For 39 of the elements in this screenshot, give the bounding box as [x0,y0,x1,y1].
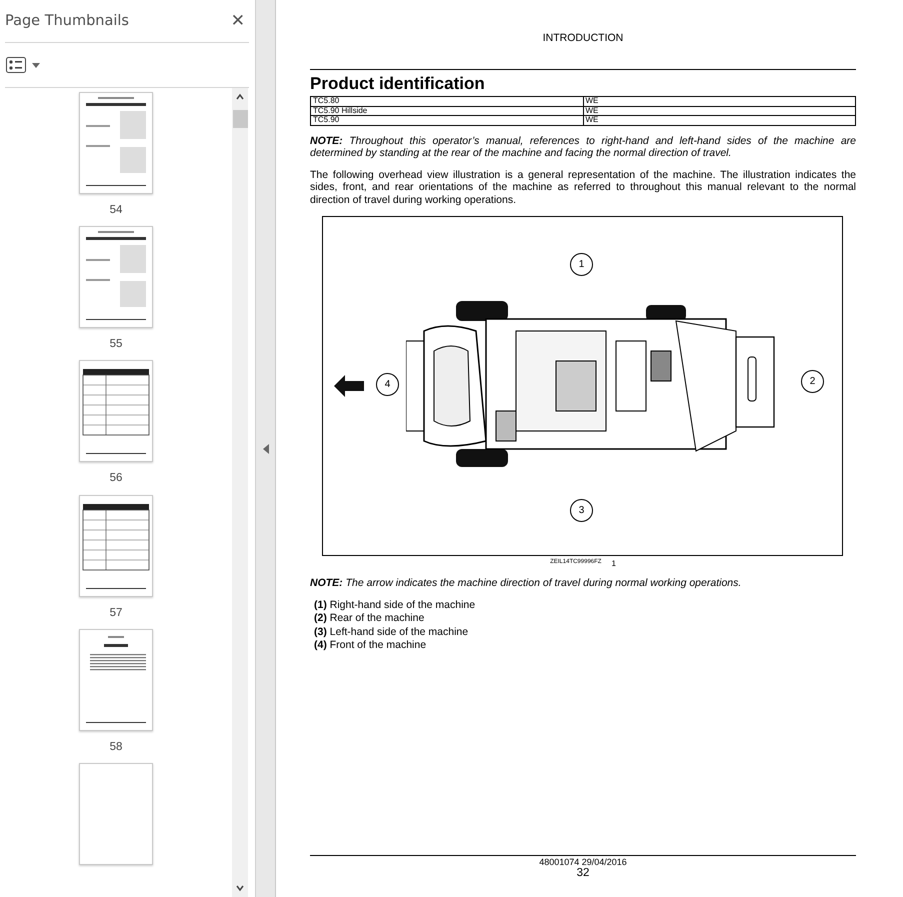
page-number: 57 [110,606,122,619]
page-header: INTRODUCTION [542,32,624,44]
page-number: 54 [110,204,122,216]
thumbnail-options-button[interactable] [5,57,40,73]
table-cell: TC5.90 Hillside [310,106,583,116]
collapse-caret-icon[interactable] [262,444,268,454]
scrollbar-thumb[interactable] [232,110,248,128]
callout-number: 4 [376,373,399,396]
note-text: NOTE: Throughout this operator’s manual, references to right-hand and left-hand sides of the machine are determined by standing at the rear of the machine and facing the normal direction of travel. [310,134,856,160]
page-number: 58 [110,740,122,753]
page-number: 55 [110,338,122,350]
callout-number: 2 [801,370,824,393]
callout-number: 3 [570,499,593,522]
table-cell: WE [583,96,856,106]
table-cell: TC5.90 [310,116,583,125]
table-cell: WE [583,116,856,125]
page-number: 56 [110,472,122,484]
list-icon [6,57,26,73]
callout-number: 1 [570,253,593,276]
close-button[interactable]: ✕ [226,11,249,31]
section-title: Product identification [310,74,486,94]
note-text: NOTE: The arrow indicates the machine direction of travel during normal working operations. [310,577,742,590]
legend-item: (3) Left-hand side of the machine [314,626,470,639]
scroll-down-icon[interactable] [235,883,245,893]
left-arrow-icon [334,375,364,397]
legend-item: (2) Rear of the machine [314,612,426,626]
caret-icon [32,62,40,68]
panel-title: Page Thumbnails [5,13,129,29]
figure-number: 1 [611,559,616,568]
legend-item: (4) Front of the machine [314,639,428,652]
body-paragraph: The following overhead view illustration is a general representation of the machine. The illustration indicates the sides, front, and rear orientations of the machine as referred to throughout this manual relevant to the normal direction of travel during working operations. [310,168,856,206]
document-code: 48001074 29/04/2016 [539,857,627,867]
scrollbar[interactable] [232,88,248,897]
table-cell: WE [583,106,856,116]
page-thumbnail[interactable] [79,762,153,865]
legend-item: (1) Right-hand side of the machine [314,598,476,612]
scroll-up-icon[interactable] [235,92,245,102]
table-cell: TC5.80 [310,96,583,106]
page-number: 32 [576,867,590,879]
